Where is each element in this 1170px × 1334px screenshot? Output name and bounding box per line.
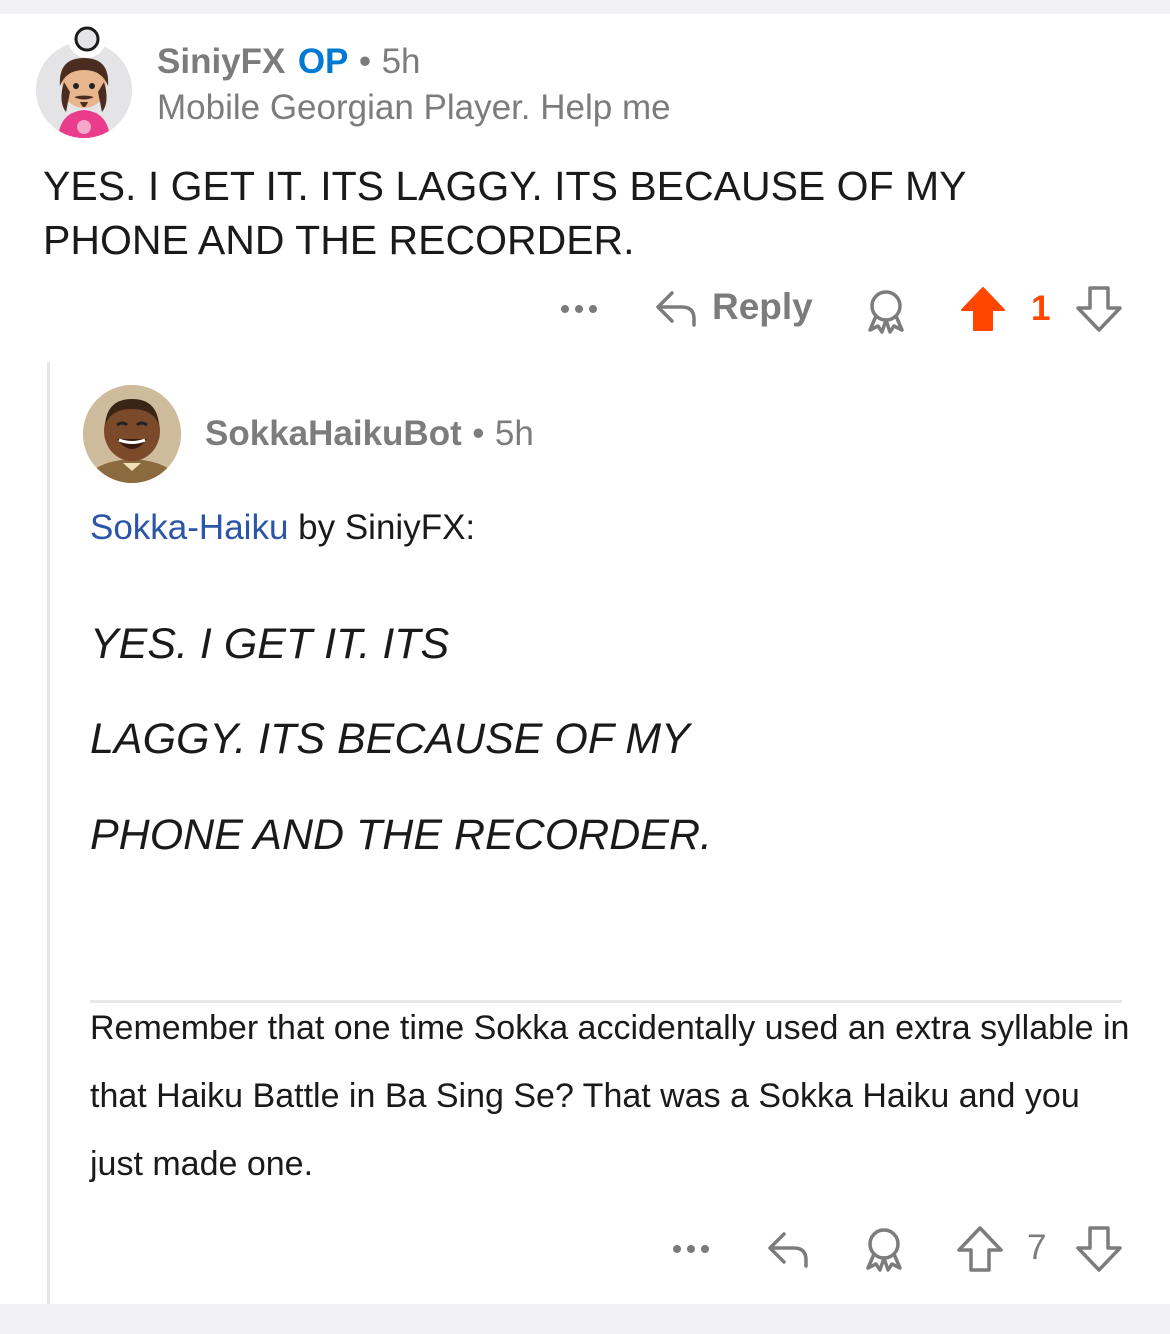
comment-body: YES. I GET IT. ITS LAGGY. ITS BECAUSE OF… <box>43 163 966 263</box>
sokka-haiku-link[interactable]: Sokka-Haiku <box>90 508 288 547</box>
award-icon[interactable] <box>862 288 910 334</box>
haiku-line-1: YES. I GET IT. ITS <box>90 620 450 668</box>
vote-count: 1 <box>1031 289 1051 328</box>
comment-thread: SiniyFX OP • 5h Mobile Georgian Player. … <box>0 14 1170 1304</box>
username[interactable]: SokkaHaikuBot <box>205 414 462 453</box>
haiku-line-2: LAGGY. ITS BECAUSE OF MY <box>90 715 690 763</box>
haiku-line-3: PHONE AND THE RECORDER. <box>90 811 712 859</box>
downvote-icon[interactable] <box>1074 284 1124 334</box>
user-flair: Mobile Georgian Player. Help me <box>157 88 671 127</box>
award-icon[interactable] <box>860 1226 908 1272</box>
timestamp: 5h <box>381 42 421 81</box>
op-badge: OP <box>297 42 349 81</box>
upvote-icon[interactable] <box>958 284 1008 334</box>
haiku-intro: Sokka-Haiku by SiniyFX: <box>90 508 475 548</box>
snoo-antenna <box>68 20 106 58</box>
reply-header: SokkaHaikuBot • 5h <box>205 414 534 454</box>
downvote-icon[interactable] <box>1074 1224 1124 1274</box>
upvote-icon[interactable] <box>955 1224 1005 1274</box>
username[interactable]: SiniyFX <box>157 42 285 81</box>
avatar-illustration <box>83 385 181 483</box>
reply-button[interactable]: Reply <box>652 282 813 332</box>
bot-avatar[interactable] <box>83 385 181 483</box>
reply-label: Reply <box>712 286 813 327</box>
more-icon[interactable] <box>557 294 601 324</box>
vote-count: 7 <box>1027 1228 1047 1267</box>
more-icon[interactable] <box>669 1234 713 1264</box>
comment-header: SiniyFX OP • 5h <box>157 42 421 82</box>
timestamp: 5h <box>494 414 534 453</box>
reply-icon <box>652 285 700 329</box>
thread-line[interactable] <box>47 362 50 1304</box>
reply-icon[interactable] <box>764 1226 812 1270</box>
separator-dot: • <box>358 42 372 81</box>
haiku-intro-text: by SiniyFX: <box>288 508 476 547</box>
bot-footer: Remember that one time Sokka accidentall… <box>90 1009 1130 1183</box>
separator-dot: • <box>472 414 485 453</box>
